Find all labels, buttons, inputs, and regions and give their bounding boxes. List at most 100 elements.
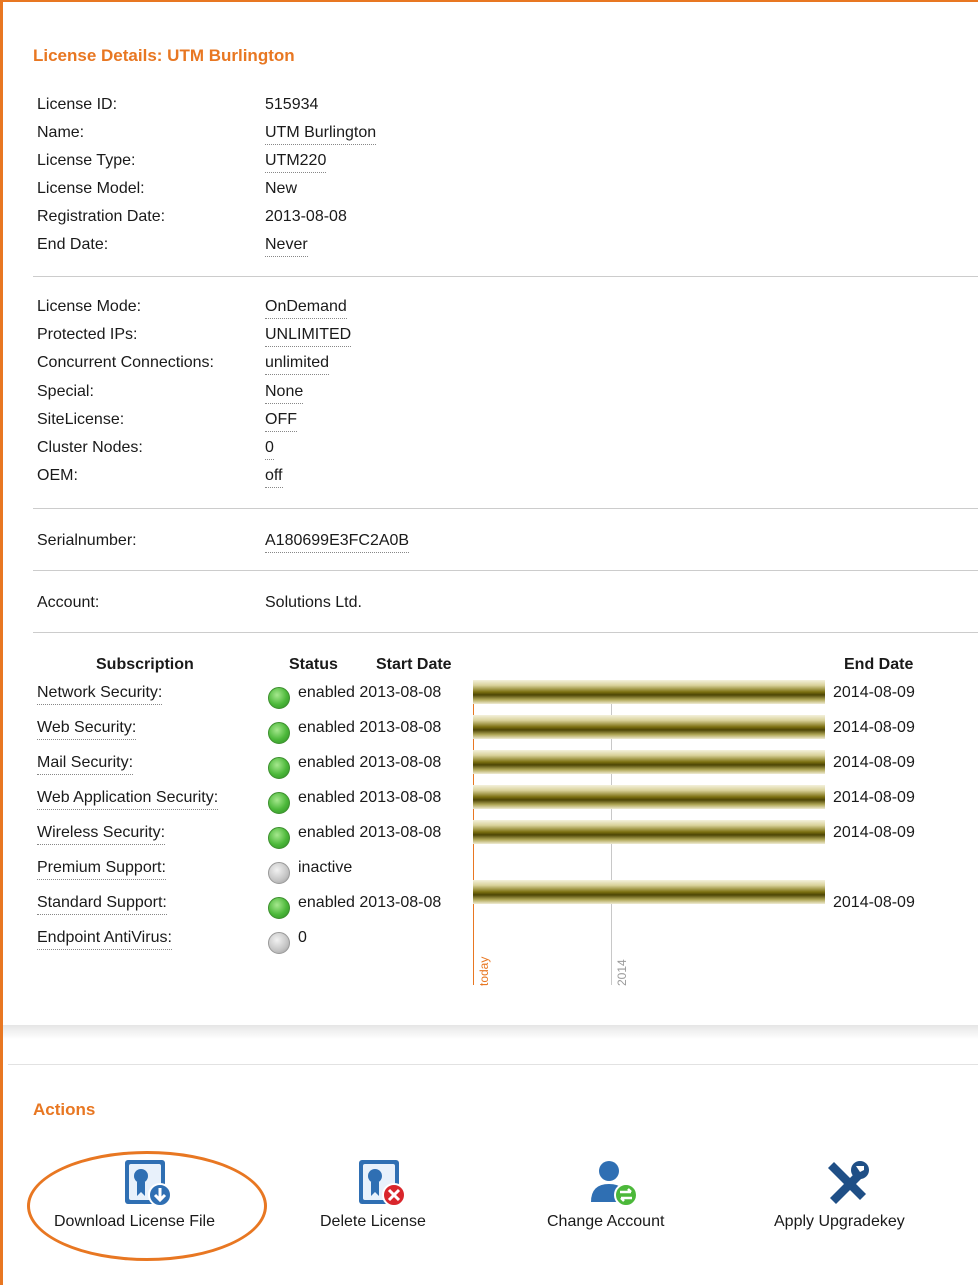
subscription-status: enabled 2013-08-08 [298, 754, 442, 771]
subscription-period-bar [473, 820, 825, 844]
actions-title: Actions [33, 1100, 96, 1119]
subscription-status: enabled 2013-08-08 [298, 824, 442, 841]
subscription-row-standard-support: Standard Support: enabled 2013-08-08 201… [37, 880, 978, 924]
status-column-header: Status [289, 656, 338, 673]
field-label: Serialnumber: [37, 532, 137, 549]
actions-divider [8, 1064, 978, 1065]
end-date-column-header: End Date [844, 656, 914, 673]
action-label: Download License File [54, 1213, 215, 1230]
subscription-row-network-security: Network Security: enabled 2013-08-08 201… [37, 680, 978, 714]
subscription-status: enabled 2013-08-08 [298, 719, 442, 736]
field-label: Concurrent Connections: [37, 354, 214, 371]
field-value: 515934 [265, 96, 319, 113]
field-label: License Type: [37, 152, 136, 169]
field-value: OFF [265, 411, 297, 432]
field-label: License Mode: [37, 298, 142, 315]
field-label: Cluster Nodes: [37, 439, 143, 456]
subscription-name: Wireless Security: [37, 824, 166, 845]
section-divider [33, 632, 978, 633]
field-label: License Model: [37, 180, 145, 197]
subscription-status: inactive [298, 859, 353, 876]
field-value: unlimited [265, 354, 330, 375]
field-value: off [265, 467, 283, 488]
subscription-row-wireless-security: Wireless Security: enabled 2013-08-08 20… [37, 820, 978, 854]
today-marker-label: today [477, 956, 491, 986]
start-date-column-header: Start Date [376, 656, 452, 673]
subscription-end-date: 2014-08-09 [833, 824, 915, 841]
field-label: End Date: [37, 236, 109, 253]
subscription-period-bar [473, 880, 825, 904]
panel-left-border [0, 0, 3, 1285]
download-license-button[interactable]: Download License File [54, 1158, 244, 1238]
field-label: Account: [37, 594, 100, 611]
subscription-column-header: Subscription [96, 656, 194, 673]
status-enabled-icon [268, 687, 290, 709]
status-enabled-icon [268, 757, 290, 779]
subscription-status: enabled 2013-08-08 [298, 684, 442, 701]
download-license-icon [123, 1158, 173, 1213]
subscription-name: Web Security: [37, 719, 137, 740]
field-value: UTM220 [265, 152, 327, 173]
tools-icon [822, 1158, 872, 1213]
delete-license-icon [357, 1158, 407, 1213]
license-details-title: License Details: UTM Burlington [33, 46, 295, 65]
subscription-status: enabled 2013-08-08 [298, 894, 442, 911]
subscription-end-date: 2014-08-09 [833, 684, 915, 701]
subscription-end-date: 2014-08-09 [833, 719, 915, 736]
change-account-icon [589, 1158, 639, 1213]
action-label: Change Account [547, 1213, 665, 1230]
subscription-name: Standard Support: [37, 894, 167, 915]
field-value: New [265, 180, 298, 197]
field-label: SiteLicense: [37, 411, 125, 428]
subscription-row-endpoint-antivirus: Endpoint AntiVirus: 0 [37, 929, 978, 959]
field-label: Name: [37, 124, 85, 141]
subscription-period-bar [473, 680, 825, 704]
subscription-period-bar [473, 715, 825, 739]
status-enabled-icon [268, 827, 290, 849]
subscription-row-web-security: Web Security: enabled 2013-08-08 2014-08… [37, 715, 978, 749]
field-value: A180699E3FC2A0B [265, 532, 410, 553]
subscription-end-date: 2014-08-09 [833, 894, 915, 911]
field-label: Special: [37, 383, 94, 400]
panel-top-border [0, 0, 978, 2]
field-value: Solutions Ltd. [265, 594, 362, 611]
field-label: Registration Date: [37, 208, 166, 225]
apply-upgradekey-button[interactable]: Apply Upgradekey [774, 1158, 924, 1238]
subscription-name: Mail Security: [37, 754, 134, 775]
section-divider [33, 570, 978, 571]
field-value: Never [265, 236, 308, 257]
status-enabled-icon [268, 792, 290, 814]
field-value: OnDemand [265, 298, 347, 319]
delete-license-button[interactable]: Delete License [320, 1158, 445, 1238]
field-value: None [265, 383, 304, 404]
subscription-name: Network Security: [37, 684, 163, 705]
section-divider [33, 508, 978, 509]
field-label: Protected IPs: [37, 326, 138, 343]
status-enabled-icon [268, 722, 290, 744]
field-value: 2013-08-08 [265, 208, 347, 225]
subscription-name: Premium Support: [37, 859, 166, 880]
status-enabled-icon [268, 897, 290, 919]
action-label: Delete License [320, 1213, 426, 1230]
subscription-name: Web Application Security: [37, 789, 219, 810]
subscription-status: enabled 2013-08-08 [298, 789, 442, 806]
year-marker-label: 2014 [615, 959, 629, 986]
status-inactive-icon [268, 932, 290, 954]
subscription-row-mail-security: Mail Security: enabled 2013-08-08 2014-0… [37, 750, 978, 784]
subscription-name: Endpoint AntiVirus: [37, 929, 172, 950]
subscription-status: 0 [298, 929, 307, 946]
status-inactive-icon [268, 862, 290, 884]
field-value: 0 [265, 439, 274, 460]
action-label: Apply Upgradekey [774, 1213, 905, 1230]
subscription-period-bar [473, 785, 825, 809]
field-label: License ID: [37, 96, 118, 113]
field-value: UNLIMITED [265, 326, 352, 347]
change-account-button[interactable]: Change Account [547, 1158, 687, 1238]
field-value: UTM Burlington [265, 124, 377, 145]
subscription-period-bar [473, 750, 825, 774]
subscription-row-web-application-security: Web Application Security: enabled 2013-0… [37, 785, 978, 819]
panel-bottom-shadow [3, 1025, 978, 1039]
section-divider [33, 276, 978, 277]
subscription-end-date: 2014-08-09 [833, 789, 915, 806]
subscription-end-date: 2014-08-09 [833, 754, 915, 771]
